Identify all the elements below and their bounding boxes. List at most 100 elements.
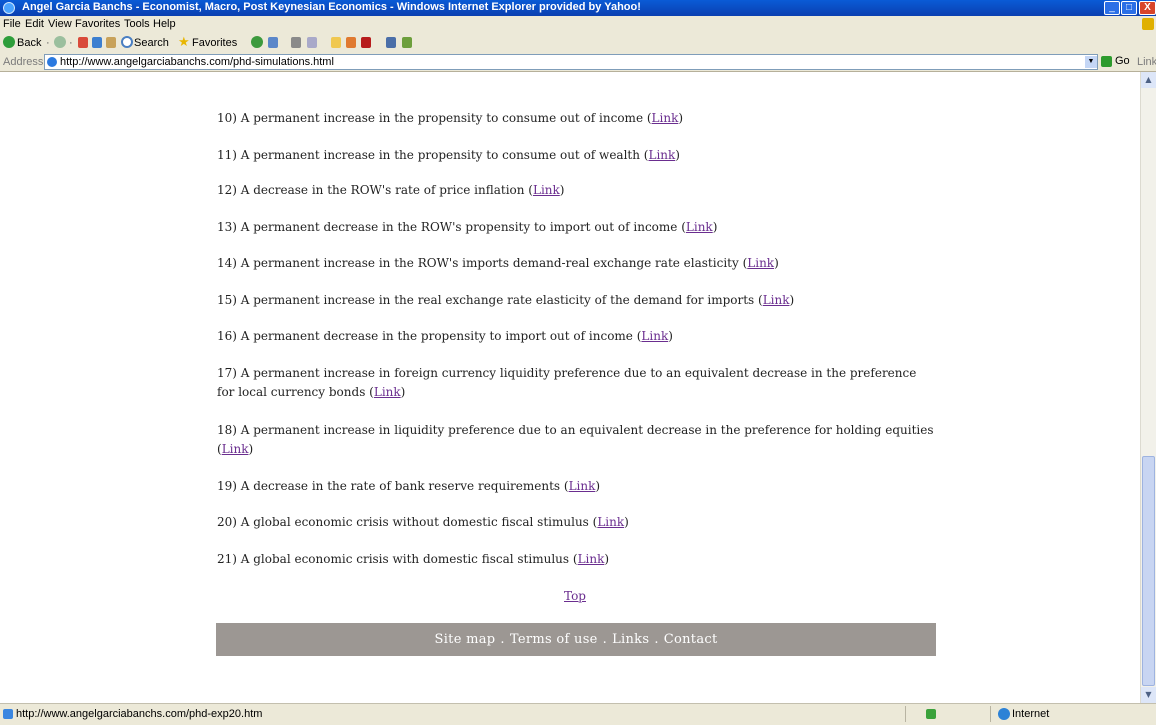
address-bar: Address http://www.angelgarciabanchs.com…: [0, 53, 1156, 72]
go-label[interactable]: Go: [1115, 55, 1130, 67]
status-divider: [990, 706, 991, 722]
menu-view[interactable]: View: [48, 18, 72, 30]
address-label: Address: [3, 56, 44, 68]
title-bar: Angel Garcia Banchs - Economist, Macro, …: [0, 0, 1156, 16]
menu-bar: File Edit View Favorites Tools Help: [0, 16, 1156, 33]
item-link[interactable]: Link: [763, 293, 790, 307]
go-arrow-icon[interactable]: [1101, 56, 1112, 67]
back-button[interactable]: Back: [17, 37, 41, 49]
vertical-scrollbar[interactable]: ▲ ▼: [1140, 72, 1156, 703]
item-link[interactable]: Link: [374, 385, 401, 399]
menu-favorites[interactable]: Favorites: [75, 18, 120, 30]
item-link[interactable]: Link: [569, 479, 596, 493]
item-link[interactable]: Link: [222, 442, 249, 456]
item-text: 21) A global economic crisis with domest…: [217, 552, 570, 566]
item-text: 15) A permanent increase in the real exc…: [217, 293, 755, 307]
toolbar: Back · · Search ★ Favorites: [0, 33, 1156, 53]
item-text: 17) A permanent increase in foreign curr…: [217, 366, 917, 399]
footer-links-link[interactable]: Links: [612, 632, 649, 647]
ie-browser-icon: [3, 2, 15, 14]
links-toolbar-label[interactable]: Links: [1137, 56, 1156, 68]
item-link[interactable]: Link: [597, 515, 624, 529]
item-link[interactable]: Link: [747, 256, 774, 270]
footer-separator: .: [500, 632, 505, 647]
research-icon[interactable]: [346, 37, 356, 48]
status-url: http://www.angelgarciabanchs.com/phd-exp…: [16, 708, 263, 720]
yahoo-icon[interactable]: [361, 37, 371, 48]
scrollbar-thumb[interactable]: [1142, 456, 1155, 686]
item-text: 11) A permanent increase in the propensi…: [217, 148, 640, 162]
list-item: 13) A permanent decrease in the ROW's pr…: [217, 220, 718, 234]
list-item: 18) A permanent increase in liquidity pr…: [217, 423, 934, 456]
footer-terms-link[interactable]: Terms of use: [510, 632, 598, 647]
window-title: Angel Garcia Banchs - Economist, Macro, …: [22, 1, 641, 13]
favorites-star-icon[interactable]: ★: [178, 34, 190, 50]
internet-globe-icon: [998, 708, 1010, 720]
item-link[interactable]: Link: [533, 183, 560, 197]
footer-separator: .: [602, 632, 608, 647]
scroll-up-icon[interactable]: ▲: [1141, 72, 1156, 88]
list-item: 17) A permanent increase in foreign curr…: [217, 366, 917, 399]
menu-file[interactable]: File: [3, 18, 21, 30]
search-icon[interactable]: [121, 36, 133, 48]
list-item: 10) A permanent increase in the propensi…: [217, 111, 684, 125]
item-link[interactable]: Link: [641, 329, 668, 343]
item-text: 16) A permanent decrease in the propensi…: [217, 329, 633, 343]
menu-edit[interactable]: Edit: [25, 18, 44, 30]
menu-help[interactable]: Help: [153, 18, 176, 30]
print-icon[interactable]: [291, 37, 301, 48]
list-item: 12) A decrease in the ROW's rate of pric…: [217, 183, 565, 197]
item-link[interactable]: Link: [648, 148, 675, 162]
top-link[interactable]: Top: [564, 589, 586, 603]
history-icon[interactable]: [251, 36, 263, 48]
list-item: 14) A permanent increase in the ROW's im…: [217, 256, 779, 270]
messenger-icon[interactable]: [386, 37, 396, 48]
list-item: 19) A decrease in the rate of bank reser…: [217, 479, 601, 493]
back-dropdown-icon[interactable]: ·: [46, 37, 50, 49]
folder-icon[interactable]: [331, 37, 341, 48]
address-input[interactable]: http://www.angelgarciabanchs.com/phd-sim…: [44, 54, 1098, 70]
status-divider: [905, 706, 906, 722]
item-text: 20) A global economic crisis without dom…: [217, 515, 589, 529]
menu-tools[interactable]: Tools: [124, 18, 150, 30]
status-bar: http://www.angelgarciabanchs.com/phd-exp…: [0, 703, 1156, 725]
page-content: 10) A permanent increase in the propensi…: [0, 72, 1140, 703]
back-arrow-icon[interactable]: [3, 36, 15, 48]
list-item: 11) A permanent increase in the propensi…: [217, 148, 680, 162]
item-text: 18) A permanent increase in liquidity pr…: [217, 423, 934, 437]
scroll-down-icon[interactable]: ▼: [1141, 687, 1156, 703]
discuss-icon[interactable]: [402, 37, 412, 48]
item-link[interactable]: Link: [578, 552, 605, 566]
footer-bar: Site map. Terms of use. Links. Contact: [216, 623, 936, 656]
item-link[interactable]: Link: [652, 111, 679, 125]
footer-separator: .: [654, 632, 659, 647]
list-item: 21) A global economic crisis with domest…: [217, 552, 610, 566]
stop-icon[interactable]: [78, 37, 88, 48]
list-item: 20) A global economic crisis without dom…: [217, 515, 629, 529]
popup-blocker-icon[interactable]: [926, 709, 936, 719]
item-text: 12) A decrease in the ROW's rate of pric…: [217, 183, 525, 197]
list-item: 16) A permanent decrease in the propensi…: [217, 329, 673, 343]
security-zone-label: Internet: [1012, 708, 1050, 720]
footer-site-map-link[interactable]: Site map: [435, 632, 496, 647]
item-text: 10) A permanent increase in the propensi…: [217, 111, 644, 125]
minimize-button[interactable]: _: [1104, 1, 1120, 15]
maximize-button[interactable]: □: [1121, 1, 1137, 15]
forward-arrow-icon[interactable]: [54, 36, 66, 48]
forward-dropdown-icon[interactable]: ·: [69, 37, 73, 49]
page-loading-icon: [3, 709, 13, 719]
edit-icon[interactable]: [307, 37, 317, 48]
page-icon: [47, 57, 57, 67]
item-link[interactable]: Link: [686, 220, 713, 234]
chevron-down-icon[interactable]: ▼: [1085, 56, 1097, 68]
home-icon[interactable]: [106, 37, 116, 48]
footer-contact-link[interactable]: Contact: [664, 632, 718, 647]
favorites-button[interactable]: Favorites: [192, 37, 237, 49]
close-button[interactable]: X: [1139, 1, 1156, 15]
refresh-icon[interactable]: [92, 37, 102, 48]
mail-icon[interactable]: [268, 37, 278, 48]
go-button[interactable]: Go: [1101, 55, 1135, 69]
item-text: 13) A permanent decrease in the ROW's pr…: [217, 220, 678, 234]
search-button[interactable]: Search: [134, 37, 169, 49]
address-url[interactable]: http://www.angelgarciabanchs.com/phd-sim…: [60, 56, 334, 68]
